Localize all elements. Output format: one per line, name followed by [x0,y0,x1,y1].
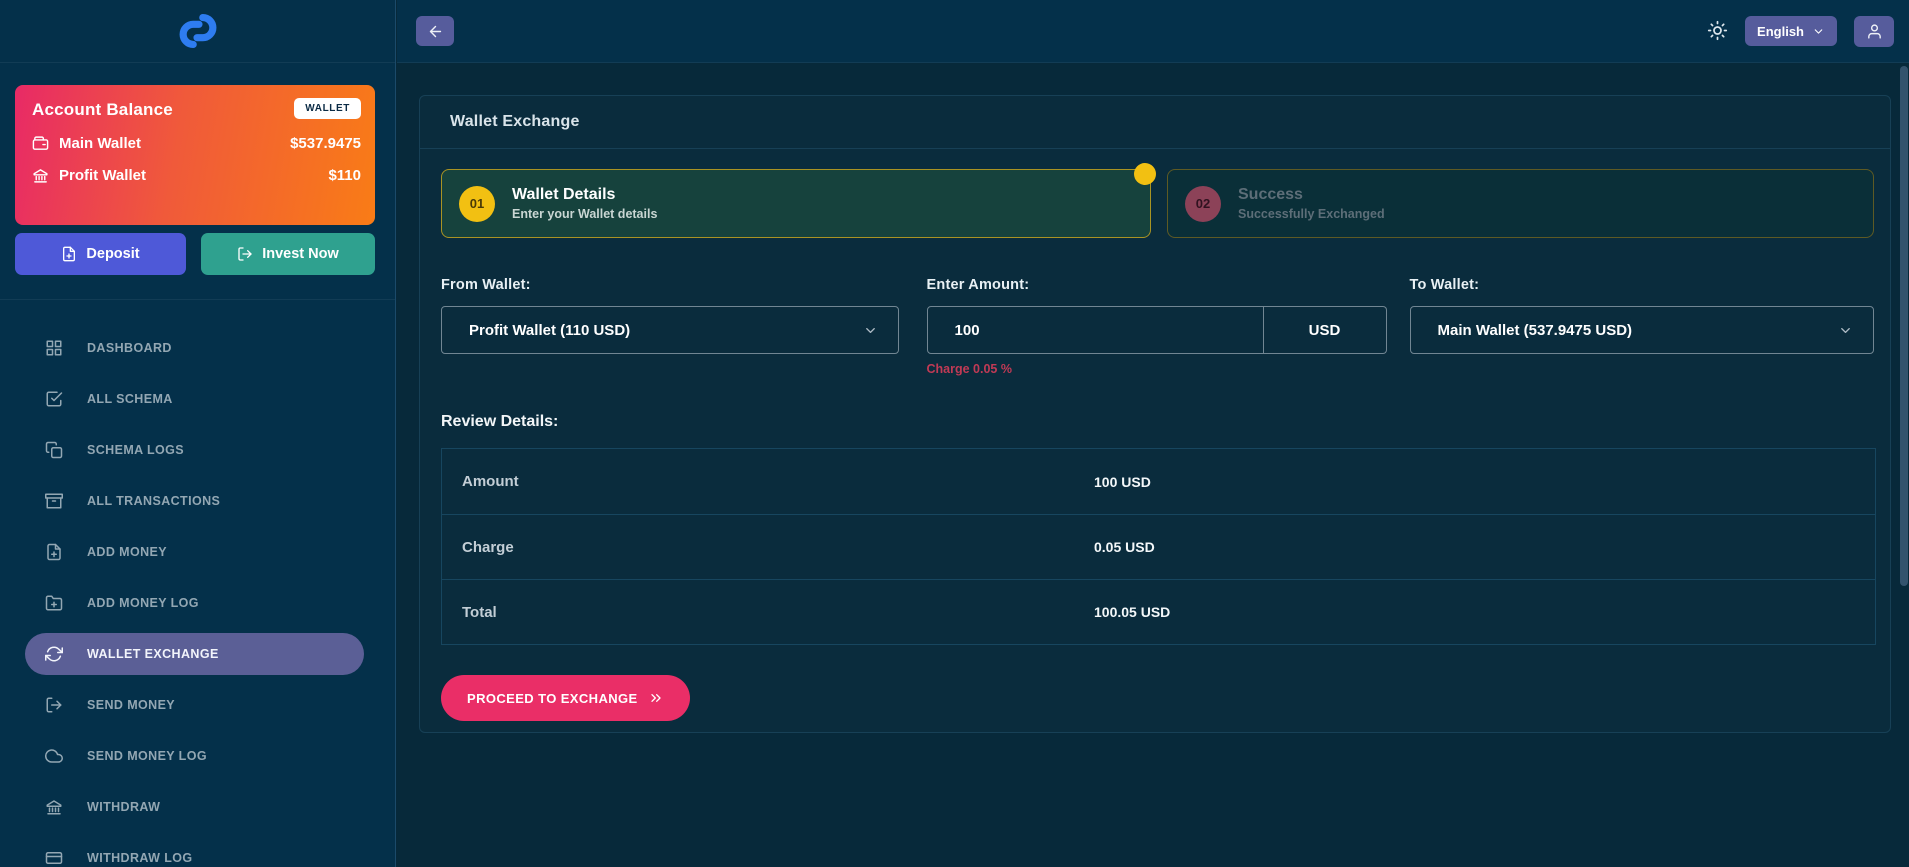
cloud-icon [45,747,63,765]
sidebar-logo-area [0,0,395,63]
steps: 01 Wallet Details Enter your Wallet deta… [441,169,1874,238]
user-icon [1866,23,1883,40]
sidebar-menu: DASHBOARD ALL SCHEMA SCHEMA LOGS ALL TRA… [0,327,395,867]
send-icon [45,696,63,714]
amount-row-value: 100 USD [1094,474,1151,490]
sidebar-item-add-money-log[interactable]: ADD MONEY LOG [25,582,364,624]
sun-icon [1707,20,1728,41]
profit-wallet-value: $110 [328,167,361,184]
user-menu-button[interactable] [1854,16,1894,47]
proceed-to-exchange-button[interactable]: PROCEED TO EXCHANGE [441,675,690,721]
back-button[interactable] [416,16,454,46]
main-wallet-value: $537.9475 [290,135,361,152]
from-wallet-value: Profit Wallet (110 USD) [469,322,630,339]
table-row-total: Total 100.05 USD [442,579,1875,644]
amount-input[interactable] [927,306,1264,354]
app-root: Account Balance WALLET Main Wallet $537.… [0,0,1909,867]
step-2-title: Success [1238,186,1385,204]
arrow-left-icon [427,23,444,40]
topbar: English [397,0,1909,63]
main-wallet-label: Main Wallet [59,135,141,152]
sidebar-item-withdraw-log[interactable]: WITHDRAW LOG [25,837,364,867]
card-title: Wallet Exchange [420,96,1890,149]
grid-icon [45,339,63,357]
wallet-icon [32,135,49,152]
deposit-label: Deposit [86,246,139,262]
sidebar-item-schema-logs[interactable]: SCHEMA LOGS [25,429,364,471]
table-row-charge: Charge 0.05 USD [442,514,1875,579]
sidebar-divider [0,299,395,300]
step-1-subtitle: Enter your Wallet details [512,207,657,221]
sidebar-item-wallet-exchange[interactable]: WALLET EXCHANGE [25,633,364,675]
step-wallet-details: 01 Wallet Details Enter your Wallet deta… [441,169,1151,238]
chevron-down-icon [1838,323,1853,338]
chevron-down-icon [1812,25,1825,38]
active-step-dot [1134,163,1156,185]
archive-icon [45,492,63,510]
total-row-label: Total [442,604,1094,621]
step-1-title: Wallet Details [512,186,657,204]
app-logo-icon [175,8,221,54]
charge-row-value: 0.05 USD [1094,539,1155,555]
review-table: Amount 100 USD Charge 0.05 USD Total 100… [441,448,1876,645]
charge-note: Charge 0.05 % [927,362,1387,376]
step-2-subtitle: Successfully Exchanged [1238,207,1385,221]
exchange-icon [45,645,63,663]
copy-icon [45,441,63,459]
invest-now-label: Invest Now [262,246,339,262]
deposit-button[interactable]: Deposit [15,233,186,275]
sidebar-item-dashboard[interactable]: DASHBOARD [25,327,364,369]
chevron-down-icon [863,323,878,338]
total-row-value: 100.05 USD [1094,604,1170,620]
invest-now-button[interactable]: Invest Now [201,233,375,275]
sidebar-item-send-money[interactable]: SEND MONEY [25,684,364,726]
amount-row-label: Amount [442,473,1094,490]
main-content: Wallet Exchange 01 Wallet Details Enter … [397,63,1909,867]
file-plus-icon [45,543,63,561]
table-row-amount: Amount 100 USD [442,449,1875,514]
from-wallet-label: From Wallet: [441,277,899,293]
chevrons-right-icon [648,690,664,706]
to-wallet-label: To Wallet: [1410,277,1874,293]
to-wallet-value: Main Wallet (537.9475 USD) [1438,322,1633,339]
balance-row-profit-wallet: Profit Wallet $110 [32,167,361,184]
page-scrollbar [1900,0,1908,867]
credit-card-icon [45,849,63,867]
language-dropdown[interactable]: English [1745,16,1837,46]
to-wallet-select[interactable]: Main Wallet (537.9475 USD) [1410,306,1874,354]
step-success: 02 Success Successfully Exchanged [1167,169,1874,238]
balance-title: Account Balance [32,100,173,120]
wallet-exchange-card: Wallet Exchange 01 Wallet Details Enter … [419,95,1891,733]
sidebar-item-add-money[interactable]: ADD MONEY [25,531,364,573]
sidebar-item-send-money-log[interactable]: SEND MONEY LOG [25,735,364,777]
sidebar: Account Balance WALLET Main Wallet $537.… [0,0,396,867]
review-details-heading: Review Details: [441,413,1874,431]
step-2-number: 02 [1185,186,1221,222]
check-square-icon [45,390,63,408]
bank-icon [32,167,49,184]
bank-icon [45,798,63,816]
from-wallet-select[interactable]: Profit Wallet (110 USD) [441,306,899,354]
wallet-badge: WALLET [294,98,361,119]
sidebar-item-all-transactions[interactable]: ALL TRANSACTIONS [25,480,364,522]
sidebar-item-withdraw[interactable]: WITHDRAW [25,786,364,828]
file-plus-icon [61,246,77,262]
charge-row-label: Charge [442,539,1094,556]
scrollbar-thumb[interactable] [1900,66,1908,586]
language-label: English [1757,24,1804,39]
proceed-label: PROCEED TO EXCHANGE [467,691,638,706]
theme-toggle-button[interactable] [1706,20,1728,42]
enter-amount-label: Enter Amount: [927,277,1387,293]
profit-wallet-label: Profit Wallet [59,167,146,184]
step-1-number: 01 [459,186,495,222]
folder-plus-icon [45,594,63,612]
log-out-icon [237,246,253,262]
sidebar-item-all-schema[interactable]: ALL SCHEMA [25,378,364,420]
balance-row-main-wallet: Main Wallet $537.9475 [32,135,361,152]
account-balance-card: Account Balance WALLET Main Wallet $537.… [15,85,375,225]
currency-addon: USD [1264,306,1387,354]
